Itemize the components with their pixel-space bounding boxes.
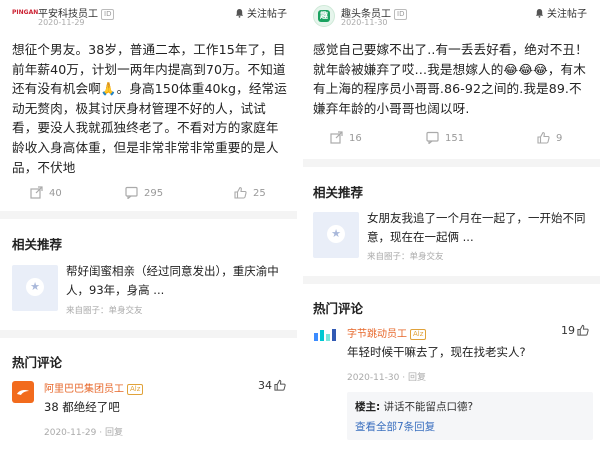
share-icon [30,186,43,199]
related-title: 相关推荐 [12,237,63,252]
related-source: 来自圈子：单身交友 [367,252,444,262]
owner-reply-text: 讲话不能留点口德? [383,401,474,413]
comment-count: 295 [144,188,164,199]
alibaba-logo-icon [17,390,29,395]
commenter-name-text: 字节跳动员工 [347,329,407,340]
follow-button[interactable]: 关注帖子 [235,5,287,20]
meta-separator: · [402,373,406,383]
related-thumbnail: ★ [12,265,58,311]
left-post-panel: PINGAN 平安科技员工 ID 2020-11-29 关注帖子 想征个男友。38… [0,0,297,449]
related-text: 女朋友我追了一个月在一起了，一开始不同意，现在在一起俩 ... [367,211,586,244]
post-actions: 16 151 9 [303,128,600,148]
thumbs-up-icon [274,379,286,391]
thumbs-up-icon [577,324,589,336]
post-body: 感觉自己要嫁不出了..有一丢丢好看，绝对不丑！就年龄被嫌弃了哎…我是想嫁人的😂😂… [313,42,588,116]
comment-like-button[interactable]: 34 [258,379,286,392]
commenter-tag: Alz [127,384,144,395]
reply-preview: 楼主: 讲话不能留点口德? 查看全部7条回复 [347,392,593,440]
reply-button[interactable]: 回复 [105,428,123,438]
related-text: 帮好闺蜜相亲（经过同意发出），重庆渝中人，93年，身高 ... [66,264,279,297]
follow-button[interactable]: 关注帖子 [535,5,587,20]
owner-reply[interactable]: 楼主: 讲话不能留点口德? [355,399,473,414]
comment-like-button[interactable]: 19 [561,324,589,337]
related-item[interactable]: ★ 帮好闺蜜相亲（经过同意发出），重庆渝中人，93年，身高 ... 来自圈子：单… [0,261,297,321]
comment-button[interactable]: 295 [125,186,164,200]
hot-comments-title: 热门评论 [12,355,63,370]
comment-like-count: 34 [258,379,272,392]
owner-label: 楼主: [355,401,381,413]
comment-meta: 2020-11-30 · 回复 [347,370,426,383]
like-count: 9 [556,133,563,144]
star-icon: ★ [26,278,44,296]
thumbs-up-icon [234,186,247,199]
related-title: 相关推荐 [313,185,364,200]
thumbs-up-icon [537,131,550,144]
comment-icon [426,131,439,145]
bell-icon [535,8,544,18]
related-source: 来自圈子：单身交友 [66,306,143,316]
share-icon [330,131,343,144]
bell-icon [235,8,244,18]
divider [0,211,297,219]
like-button[interactable]: 9 [537,131,562,144]
post-header: PINGAN 平安科技员工 ID 2020-11-29 关注帖子 [0,0,297,27]
share-count: 40 [49,188,62,199]
commenter-avatar[interactable] [12,381,34,403]
hot-comments-title: 热门评论 [313,301,364,316]
divider [0,330,297,338]
post-actions: 40 295 25 [0,183,297,203]
share-count: 16 [349,133,362,144]
commenter-name-text: 阿里巴巴集团员工 [44,384,124,395]
post-header: 趣 趣头条员工 ID 2020-11-30 关注帖子 [303,0,600,27]
comment-count: 151 [445,133,465,144]
share-button[interactable]: 40 [30,186,62,199]
commenter-name[interactable]: 字节跳动员工 Alz [347,325,427,340]
id-badge: ID [394,9,408,20]
id-badge: ID [101,9,115,20]
divider [303,276,600,284]
share-button[interactable]: 16 [330,131,362,144]
like-button[interactable]: 25 [234,186,266,199]
right-post-panel: 趣 趣头条员工 ID 2020-11-30 关注帖子 感觉自己要嫁不出了..有一丢… [303,0,600,449]
comment-like-count: 19 [561,324,575,337]
comment-meta: 2020-11-29 · 回复 [44,425,123,438]
company-logo[interactable]: PINGAN [12,6,38,20]
post-time: 2020-11-29 [38,18,85,27]
comment-date: 2020-11-30 [347,373,400,383]
bytedance-logo-icon [314,329,336,341]
like-count: 25 [253,188,266,199]
reply-button[interactable]: 回复 [408,373,426,383]
commenter-avatar[interactable] [313,327,337,343]
commenter-name[interactable]: 阿里巴巴集团员工 Alz [44,380,144,395]
commenter-tag: Alz [410,329,427,340]
comment-text: 38 都绝经了吧 [44,400,120,414]
view-all-replies-link[interactable]: 查看全部7条回复 [355,419,435,434]
post-body: 想征个男友。38岁，普通二本，工作15年了，目前年薪40万，计划一两年内提高到7… [12,42,287,175]
qutoutiao-logo-icon: 趣 [318,10,330,22]
company-logo[interactable]: 趣 [313,5,335,27]
related-thumbnail: ★ [313,212,359,258]
divider [303,159,600,167]
post-time: 2020-11-30 [341,18,388,27]
meta-separator: · [99,428,103,438]
comment-button[interactable]: 151 [426,131,465,145]
comment-text: 年轻时候干嘛去了，现在找老实人? [347,345,526,359]
star-icon: ★ [327,225,345,243]
follow-label: 关注帖子 [547,9,587,20]
related-item[interactable]: ★ 女朋友我追了一个月在一起了，一开始不同意，现在在一起俩 ... 来自圈子：单… [303,207,600,267]
comment-date: 2020-11-29 [44,428,97,438]
comment-icon [125,186,138,200]
follow-label: 关注帖子 [247,9,287,20]
